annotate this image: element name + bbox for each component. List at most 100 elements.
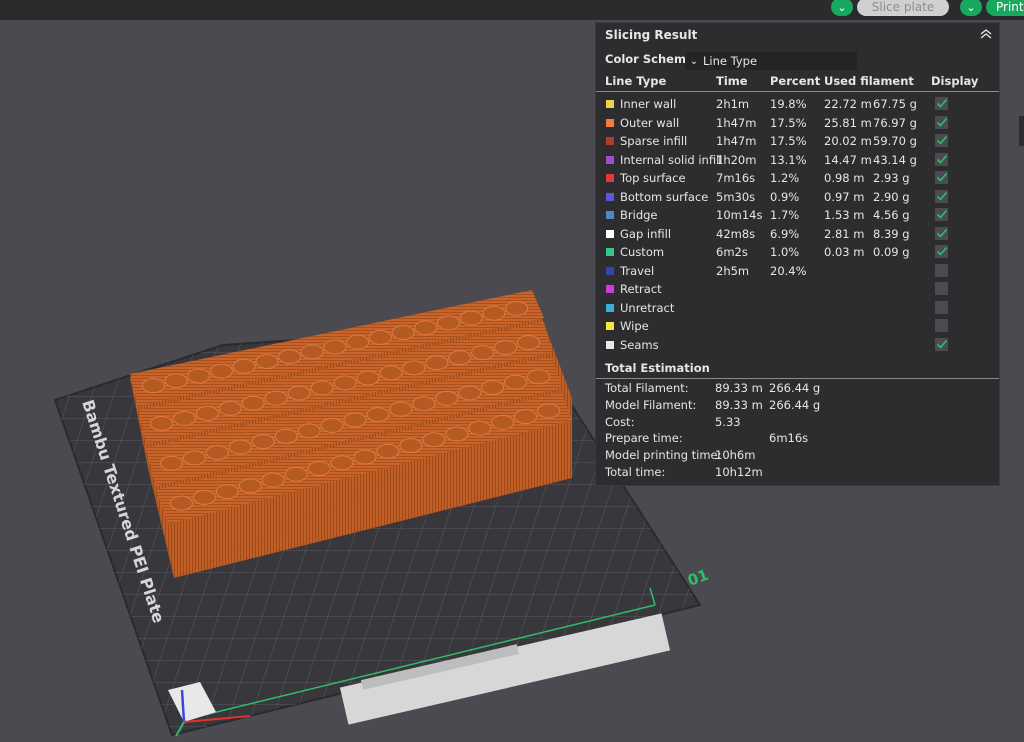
- model-hole: [209, 363, 233, 379]
- model-hole: [458, 385, 482, 401]
- model-hole: [264, 390, 288, 406]
- model-hole: [399, 437, 423, 453]
- column-header-time: Time: [716, 74, 748, 88]
- display-checkbox[interactable]: [935, 208, 948, 221]
- model-hole: [412, 396, 436, 412]
- model-hole: [459, 310, 483, 326]
- model-hole: [323, 339, 347, 355]
- display-checkbox[interactable]: [935, 245, 948, 258]
- line-percent: 20.4%: [770, 263, 807, 278]
- model-hole: [159, 455, 183, 471]
- color-swatch-icon: [606, 174, 614, 182]
- checkmark-icon: [936, 209, 948, 219]
- line-filament-length: 22.72 m: [824, 97, 872, 111]
- line-time: 1h47m: [716, 134, 757, 148]
- display-checkbox[interactable]: [935, 115, 948, 129]
- color-swatch-icon: [606, 285, 614, 293]
- display-checkbox[interactable]: [935, 282, 948, 295]
- slice-plate-button[interactable]: Slice plate: [857, 0, 949, 16]
- line-type-row: Top surface 7m16s 1.2% 0.98 m 2.93 g: [596, 169, 999, 187]
- line-type-row: Seams: [596, 336, 999, 354]
- display-checkbox[interactable]: [935, 300, 948, 314]
- model-hole: [368, 329, 392, 345]
- line-type-row: Bottom surface 5m30s 0.9% 0.97 m 2.90 g: [596, 188, 999, 206]
- line-type-row: Retract: [596, 280, 999, 298]
- total-label: Prepare time:: [605, 431, 683, 446]
- total-row: Model Filament: 89.33 m 266.44 g: [596, 397, 999, 414]
- line-type-name: Top surface: [620, 171, 686, 185]
- model-hole: [353, 449, 377, 465]
- display-checkbox[interactable]: [935, 319, 948, 332]
- model-hole: [346, 334, 370, 350]
- header-divider: [596, 91, 999, 92]
- display-checkbox[interactable]: [935, 97, 948, 110]
- model-hole: [287, 385, 311, 401]
- model-hole: [182, 450, 206, 466]
- line-time: 7m16s: [716, 171, 756, 185]
- line-percent: 13.1%: [770, 152, 807, 167]
- print-button[interactable]: Print: [986, 0, 1024, 16]
- model-hole: [505, 300, 529, 316]
- model-hole: [205, 444, 229, 460]
- line-type-row: Sparse infill 1h47m 17.5% 20.02 m 59.70 g: [596, 132, 999, 150]
- total-value: 5.33: [715, 414, 741, 429]
- display-checkbox[interactable]: [935, 189, 948, 203]
- checkmark-icon: [936, 228, 948, 238]
- total-divider: [596, 378, 999, 379]
- checkmark-icon: [936, 154, 948, 164]
- model-hole: [356, 370, 380, 386]
- collapse-icon[interactable]: [977, 25, 995, 43]
- color-swatch-icon: [606, 155, 614, 164]
- checkmark-icon: [936, 98, 948, 108]
- column-header-display: Display: [931, 74, 979, 88]
- line-type-name: Seams: [620, 337, 659, 352]
- total-value: 10h12m: [715, 465, 763, 479]
- model-hole: [255, 353, 279, 369]
- model-hole: [422, 432, 446, 448]
- model-hole: [241, 395, 265, 411]
- total-row: Total time: 10h12m: [596, 464, 999, 481]
- color-swatch-icon: [606, 118, 614, 127]
- line-time: 2h1m: [716, 97, 750, 111]
- display-checkbox[interactable]: [935, 152, 948, 166]
- model-hole: [284, 466, 308, 482]
- model-hole: [376, 443, 400, 459]
- line-time: 6m2s: [716, 245, 748, 259]
- line-percent: 17.5%: [770, 134, 807, 148]
- model-hole: [320, 417, 344, 433]
- slice-options-chevron-icon[interactable]: ⌄: [831, 0, 853, 16]
- line-type-row: Bridge 10m14s 1.7% 1.53 m 4.56 g: [596, 206, 999, 224]
- chevron-down-icon: ⌄: [689, 55, 699, 67]
- line-type-row: Wipe: [596, 317, 999, 335]
- line-percent: 19.8%: [770, 97, 807, 111]
- display-checkbox[interactable]: [935, 134, 948, 147]
- color-swatch-icon: [606, 229, 614, 238]
- display-checkbox[interactable]: [935, 171, 948, 184]
- line-type-name: Custom: [620, 245, 665, 259]
- line-filament-length: 20.02 m: [824, 134, 872, 148]
- color-swatch-icon: [606, 192, 614, 201]
- print-options-chevron-icon[interactable]: ⌄: [960, 0, 982, 16]
- model-hole: [169, 495, 193, 511]
- panel-title: Slicing Result: [605, 28, 698, 42]
- line-type-name: Wipe: [620, 319, 649, 333]
- model-hole: [425, 355, 449, 371]
- display-checkbox[interactable]: [935, 337, 948, 351]
- checkmark-icon: [936, 172, 948, 182]
- model-hole: [517, 335, 541, 351]
- column-header-percent: Percent: [770, 74, 821, 88]
- total-value: 89.33 m: [715, 381, 763, 395]
- color-scheme-value: Line Type: [703, 54, 758, 68]
- column-header-line-type: Line Type: [605, 74, 667, 88]
- line-type-row: Internal solid infill 1h20m 13.1% 14.47 m 43…: [596, 151, 999, 169]
- color-scheme-select[interactable]: ⌄ Line Type: [685, 52, 857, 70]
- total-value: 89.33 m: [715, 397, 763, 412]
- scroll-handle[interactable]: [1019, 116, 1024, 146]
- checkmark-icon: [936, 246, 948, 256]
- line-type-row: Unretract: [596, 299, 999, 317]
- display-checkbox[interactable]: [935, 263, 948, 277]
- display-checkbox[interactable]: [935, 226, 948, 240]
- model-hole: [187, 368, 211, 384]
- line-type-name: Retract: [620, 282, 662, 296]
- line-type-name: Bottom surface: [620, 189, 709, 204]
